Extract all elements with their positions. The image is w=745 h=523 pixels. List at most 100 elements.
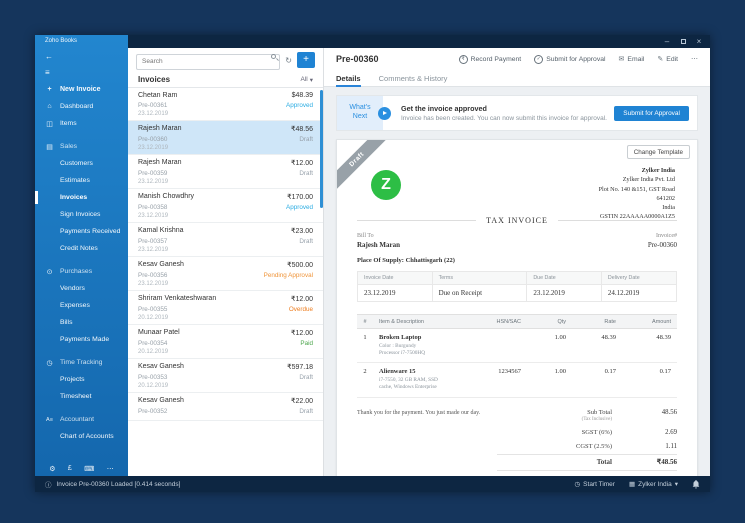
sidebar-section-accountant[interactable]: A≡ Accountant — [35, 411, 128, 428]
record-payment-icon: ₹ — [458, 54, 468, 64]
invoice-date: 20.12.2019 — [138, 383, 169, 389]
list-item[interactable]: Manish Chowdhry ₹170.00 Pre-00358 Approved… — [128, 189, 323, 223]
company-address: Zylker India Zylker India Pvt. Ltd Plot … — [598, 167, 675, 221]
edit-button[interactable]: ✎ Edit — [657, 55, 678, 64]
list-scrollbar[interactable] — [320, 90, 323, 208]
list-item[interactable]: Kamal Krishna ₹23.00 Pre-00357 Draft 23.12… — [128, 223, 323, 257]
list-filter-dropdown[interactable]: All ▾ — [301, 76, 314, 84]
change-template-button[interactable]: Change Template — [626, 145, 690, 159]
refresh-icon[interactable]: ↻ — [285, 56, 292, 65]
list-item[interactable]: Kesav Ganesh ₹22.00 Pre-00352 Draft — [128, 393, 323, 421]
company-logo: Z — [371, 170, 401, 200]
sidebar-item-credit-notes[interactable]: Credit Notes — [35, 240, 128, 257]
sidebar-item-payments-received[interactable]: Payments Received — [35, 223, 128, 240]
customer-note: Thank you for the payment. You just made… — [357, 409, 481, 416]
tab-details[interactable]: Details — [336, 70, 361, 87]
status-badge: Draft — [299, 169, 313, 177]
list-item[interactable]: Kesav Ganesh ₹500.00 Pre-00356 Pending App… — [128, 257, 323, 291]
sidebar-item-bills[interactable]: Bills — [35, 314, 128, 331]
status-badge: Draft — [299, 407, 313, 415]
close-button[interactable]: × — [692, 36, 706, 47]
invoice-amount: ₹12.00 — [291, 296, 313, 303]
status-badge: Overdue — [288, 305, 313, 313]
notifications-bell-icon[interactable] — [692, 479, 700, 489]
sidebar-item-invoices[interactable]: Invoices — [35, 189, 128, 206]
sidebar-item-customers[interactable]: Customers — [35, 155, 128, 172]
invoice-date: 23.12.2019 — [138, 145, 169, 151]
invoice-detail-panel: Pre-00360 ₹ Record Payment ✓ Submit for Ap… — [323, 48, 710, 476]
status-message: Invoice Pre-00360 Loaded [0.414 seconds] — [56, 480, 181, 488]
sidebar-item-estimates[interactable]: Estimates — [35, 172, 128, 189]
sidebar-item-payments-made[interactable]: Payments Made — [35, 331, 128, 348]
submit-for-approval-button[interactable]: ✓ Submit for Approval — [534, 54, 606, 64]
banner-title: Get the invoice approved — [401, 104, 487, 113]
invoice-date: 23.12.2019 — [138, 111, 169, 117]
item-row: 1 Broken Laptop Color : Burgundy Processor… — [357, 328, 677, 364]
sidebar-item-items[interactable]: ◫ Items — [35, 115, 128, 132]
sidebar-item-sign-invoices[interactable]: Sign Invoices — [35, 206, 128, 223]
invoice-list-panel: ↻ + Invoices All▾ Chetan Ram $48.39 Pre-0… — [128, 48, 323, 476]
organization-selector[interactable]: ▦ Zylker India ▾ — [628, 480, 678, 489]
settings-icon[interactable]: ⚙ — [49, 465, 55, 473]
more-actions-button[interactable]: ⋯ — [691, 55, 698, 63]
submit-for-approval-primary-button[interactable]: Submit for Approval — [614, 106, 689, 121]
currency-icon[interactable]: £ — [68, 465, 72, 473]
invoice-number: Pre-00360 — [647, 241, 677, 249]
start-timer-button[interactable]: ◷ Start Timer — [574, 480, 615, 489]
sidebar-section-time-tracking[interactable]: ◷ Time Tracking — [35, 354, 128, 371]
maximize-button[interactable] — [676, 36, 690, 47]
keyboard-shortcuts-icon[interactable]: ⌨ — [84, 465, 94, 473]
list-item[interactable]: Shriram Venkateshwaran ₹12.00 Pre-00355 Ov… — [128, 291, 323, 325]
invoice-ref: Pre-00355 — [138, 305, 168, 313]
chevron-down-icon: ▾ — [309, 76, 313, 84]
invoice-ref: Pre-00358 — [138, 203, 168, 211]
customer-name: Kesav Ganesh — [138, 261, 184, 268]
sidebar-item-expenses[interactable]: Expenses — [35, 297, 128, 314]
list-item[interactable]: Munaar Patel ₹12.00 Pre-00354 Paid 20.12.2… — [128, 325, 323, 359]
status-bar: ⓘ Invoice Pre-00360 Loaded [0.414 second… — [35, 476, 710, 492]
back-button[interactable]: ← — [35, 48, 128, 64]
sidebar-item-dashboard[interactable]: ⌂ Dashboard — [35, 98, 128, 115]
add-invoice-button[interactable]: + — [297, 52, 315, 68]
customer-name: Shriram Venkateshwaran — [138, 295, 217, 302]
hamburger-icon: ≡ — [45, 67, 50, 77]
sidebar-item-vendors[interactable]: Vendors — [35, 280, 128, 297]
invoice-ref: Pre-00353 — [138, 373, 168, 381]
place-of-supply: Place Of Supply: Chhattisgarh (22) — [357, 257, 455, 264]
invoice-ref: Pre-00361 — [138, 101, 168, 109]
invoice-date: 23.12.2019 — [138, 281, 169, 287]
chevron-down-icon: ▾ — [674, 481, 678, 488]
sidebar-item-chart-of-accounts[interactable]: Chart of Accounts — [35, 428, 128, 445]
zoho-books-window: Zoho Books ← ≡ + New Invoice ⌂ Dashboard ◫… — [35, 35, 710, 492]
sidebar-item-timesheet[interactable]: Timesheet — [35, 388, 128, 405]
email-icon: ✉ — [618, 56, 625, 63]
sidebar-section-sales[interactable]: ▤ Sales — [35, 138, 128, 155]
list-item[interactable]: Chetan Ram $48.39 Pre-00361 Approved 23.12… — [128, 88, 323, 121]
sidebar-section-purchases[interactable]: ⊙ Purchases — [35, 263, 128, 280]
menu-button[interactable]: ≡ — [35, 64, 128, 80]
more-icon[interactable]: ⋯ — [107, 465, 114, 473]
status-badge: Draft — [299, 373, 313, 381]
list-item[interactable]: Rajesh Maran ₹12.00 Pre-00359 Draft 23.12.… — [128, 155, 323, 189]
invoice-amount: ₹170.00 — [287, 194, 313, 201]
email-button[interactable]: ✉ Email — [618, 55, 645, 64]
accountant-icon: A≡ — [46, 416, 53, 423]
desktop: Zoho Books ← ≡ + New Invoice ⌂ Dashboard ◫… — [0, 0, 745, 523]
list-item[interactable]: Kesav Ganesh ₹597.18 Pre-00353 Draft 20.12… — [128, 359, 323, 393]
bill-to-block: Bill To Rajesh Maran — [357, 233, 400, 249]
play-video-icon[interactable] — [378, 107, 391, 120]
tab-comments-history[interactable]: Comments & History — [379, 70, 448, 86]
customer-name: Rajesh Maran — [138, 125, 182, 132]
invoice-preview: Draft Change Template Z Zylker India Zyl… — [336, 139, 698, 476]
org-icon: ▦ — [628, 481, 636, 488]
record-payment-button[interactable]: ₹ Record Payment — [458, 54, 521, 64]
minimize-button[interactable]: – — [660, 36, 674, 47]
app-brand: Zoho Books — [45, 38, 78, 44]
list-item-selected[interactable]: Rajesh Maran ₹48.56 Pre-00360 Draft 23.12.… — [128, 121, 323, 155]
clock-icon: ◷ — [574, 481, 581, 488]
back-icon: ← — [45, 51, 53, 61]
new-invoice-button[interactable]: + New Invoice — [35, 80, 128, 98]
invoice-amount: ₹23.00 — [291, 228, 313, 235]
sidebar-item-projects[interactable]: Projects — [35, 371, 128, 388]
search-input[interactable] — [136, 53, 281, 70]
